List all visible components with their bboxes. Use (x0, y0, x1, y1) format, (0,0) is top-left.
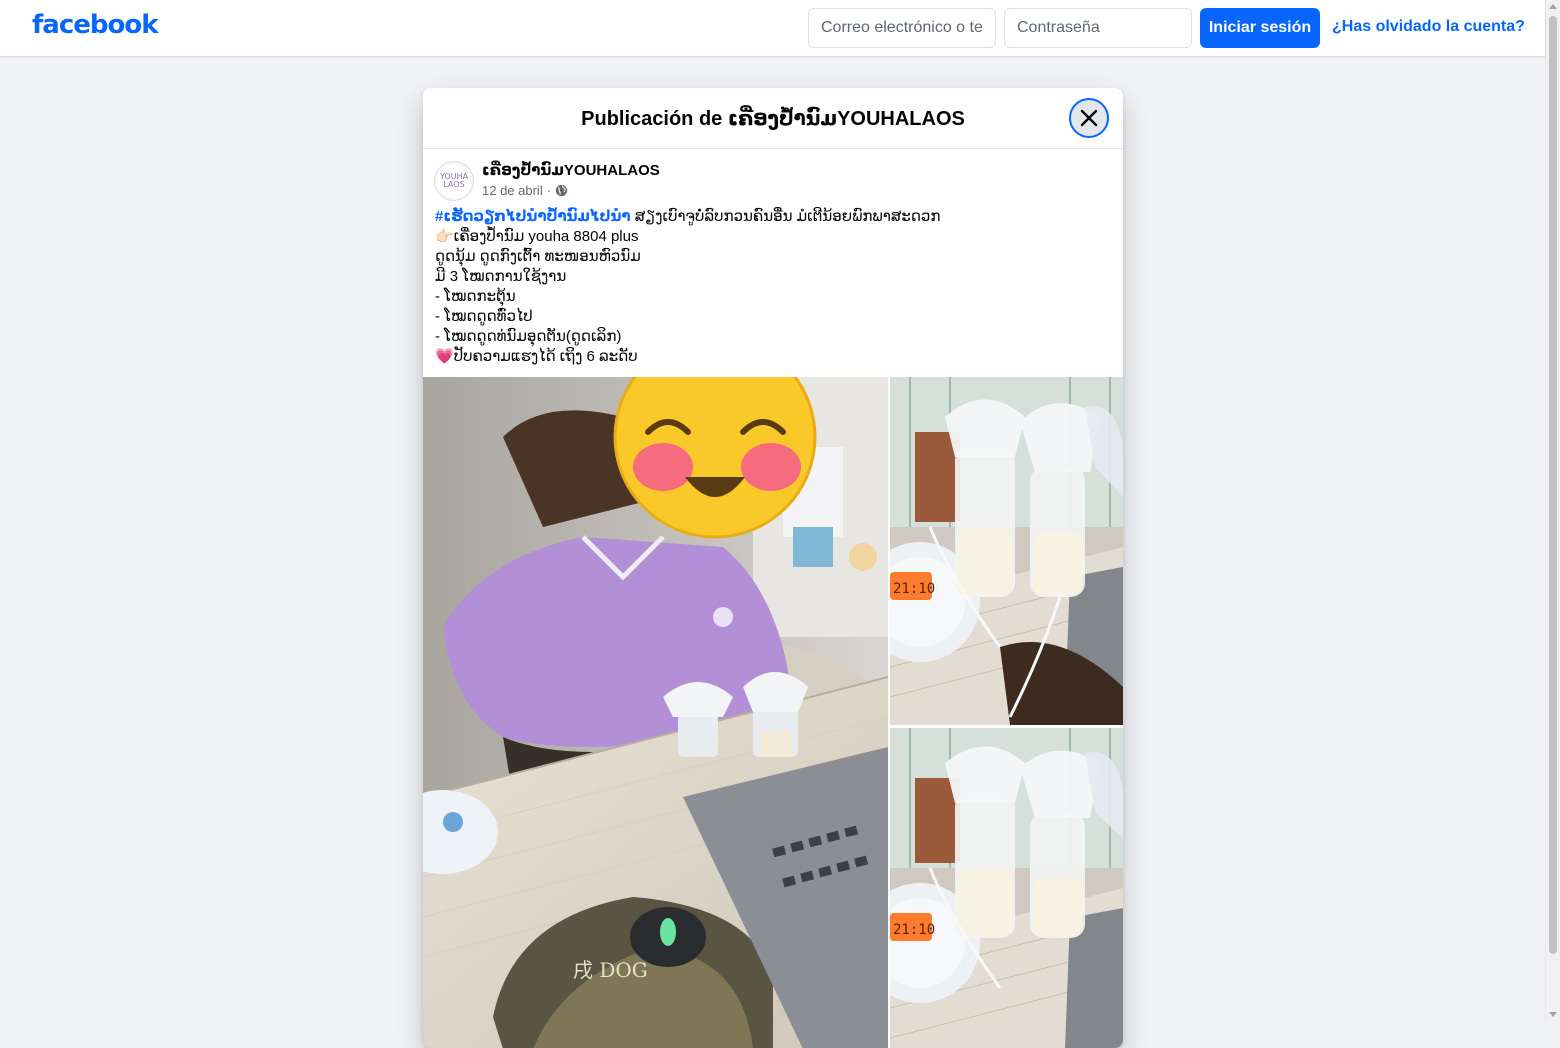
email-field[interactable] (808, 8, 996, 48)
photo-grid: 戌 DOG 21:10 21:10 (423, 377, 1123, 1048)
password-field[interactable] (1004, 8, 1192, 48)
post-line: 💗ປັບຄວາມແຮງໄດ້ ເຖິງ 6 ລະດັບ (435, 347, 1111, 367)
pump-display-time: 21:10 (893, 922, 935, 938)
forgot-account-link[interactable]: ¿Has olvidado la cuenta? (1332, 18, 1525, 36)
post-date[interactable]: 12 de abril (482, 183, 543, 198)
post-header: YOUHA LAOS ເຄື່ອງປ້ຳນົມYOUHALAOS 12 de a… (423, 149, 1123, 205)
pointing-hand-emoji: 👉🏻 (435, 228, 454, 245)
post-line: 👉🏻ເຄື່ອງປ້ຳນົມ youha 8804 plus (435, 227, 1111, 247)
scroll-down-arrow-icon[interactable] (1549, 1012, 1557, 1017)
photo-bottom-right[interactable]: 21:10 (890, 728, 1123, 1048)
post-line: - ໂໝດດູດທ່ນົມອຸດຕັນ(ດູດເລິກ) (435, 328, 622, 345)
post-meta: 12 de abril · (482, 183, 568, 198)
photo-main[interactable]: 戌 DOG (423, 377, 888, 1048)
meta-separator: · (546, 183, 552, 198)
hashtag-link[interactable]: #ເຮັດວຽກໄປນຳປ້ຳນົມໄປນຳ (435, 208, 631, 225)
pump-display-time: 21:10 (893, 581, 935, 597)
close-icon (1080, 109, 1098, 127)
photo-top-right[interactable]: 21:10 (890, 377, 1123, 725)
mousepad-text: 戌 DOG (573, 958, 648, 982)
login-button[interactable]: Iniciar sesión (1200, 8, 1320, 48)
post-line-text: ເຄື່ອງປ້ຳນົມ youha 8804 plus (453, 228, 639, 245)
dialog-title: Publicación de ເຄື່ອງປ້ຳນົມYOUHALAOS (581, 108, 965, 130)
post-line-text: ປັບຄວາມແຮງໄດ້ ເຖິງ 6 ລະດັບ (453, 348, 638, 365)
page-avatar[interactable]: YOUHA LAOS (434, 161, 474, 201)
scroll-up-arrow-icon[interactable] (1549, 4, 1557, 9)
globe-icon (555, 184, 568, 197)
dialog-header: Publicación de ເຄື່ອງປ້ຳນົມYOUHALAOS (423, 88, 1123, 149)
post-dialog: Publicación de ເຄື່ອງປ້ຳນົມYOUHALAOS YOU… (423, 88, 1123, 1048)
post-line: ມີ 3 ໂໝດການໃຊ້ງານ (435, 268, 567, 285)
post-line-text: ສຽງເບົາຈູບໍ່ລົບກວນຄົນອື່ນ ມໍເຕີນ້ອຍພົກພາ… (630, 208, 941, 225)
post-line: - ໂໝດດູດທົ່ວໄປ (435, 308, 533, 325)
post-message: #ເຮັດວຽກໄປນຳປ້ຳນົມໄປນຳ ສຽງເບົາຈູບໍ່ລົບກວ… (423, 205, 1123, 377)
page-name-link[interactable]: ເຄື່ອງປ້ຳນົມYOUHALAOS (482, 161, 660, 179)
page-scrollbar[interactable] (1545, 0, 1560, 1021)
post-line: ດູດນຸ້ມ ດູດກົງເຕົ້າ ທະໜອນຫົວນົມ (435, 248, 641, 265)
close-button[interactable] (1069, 98, 1109, 138)
top-navbar: facebook Iniciar sesión ¿Has olvidado la… (0, 0, 1545, 56)
scroll-thumb[interactable] (1549, 16, 1557, 954)
post-line: #ເຮັດວຽກໄປນຳປ້ຳນົມໄປນຳ ສຽງເບົາຈູບໍ່ລົບກວ… (435, 207, 1111, 227)
heart-emoji: 💗 (435, 348, 454, 365)
post-line: - ໂໝດກະຕຸ້ນ (435, 288, 516, 305)
facebook-logo[interactable]: facebook (32, 10, 159, 40)
